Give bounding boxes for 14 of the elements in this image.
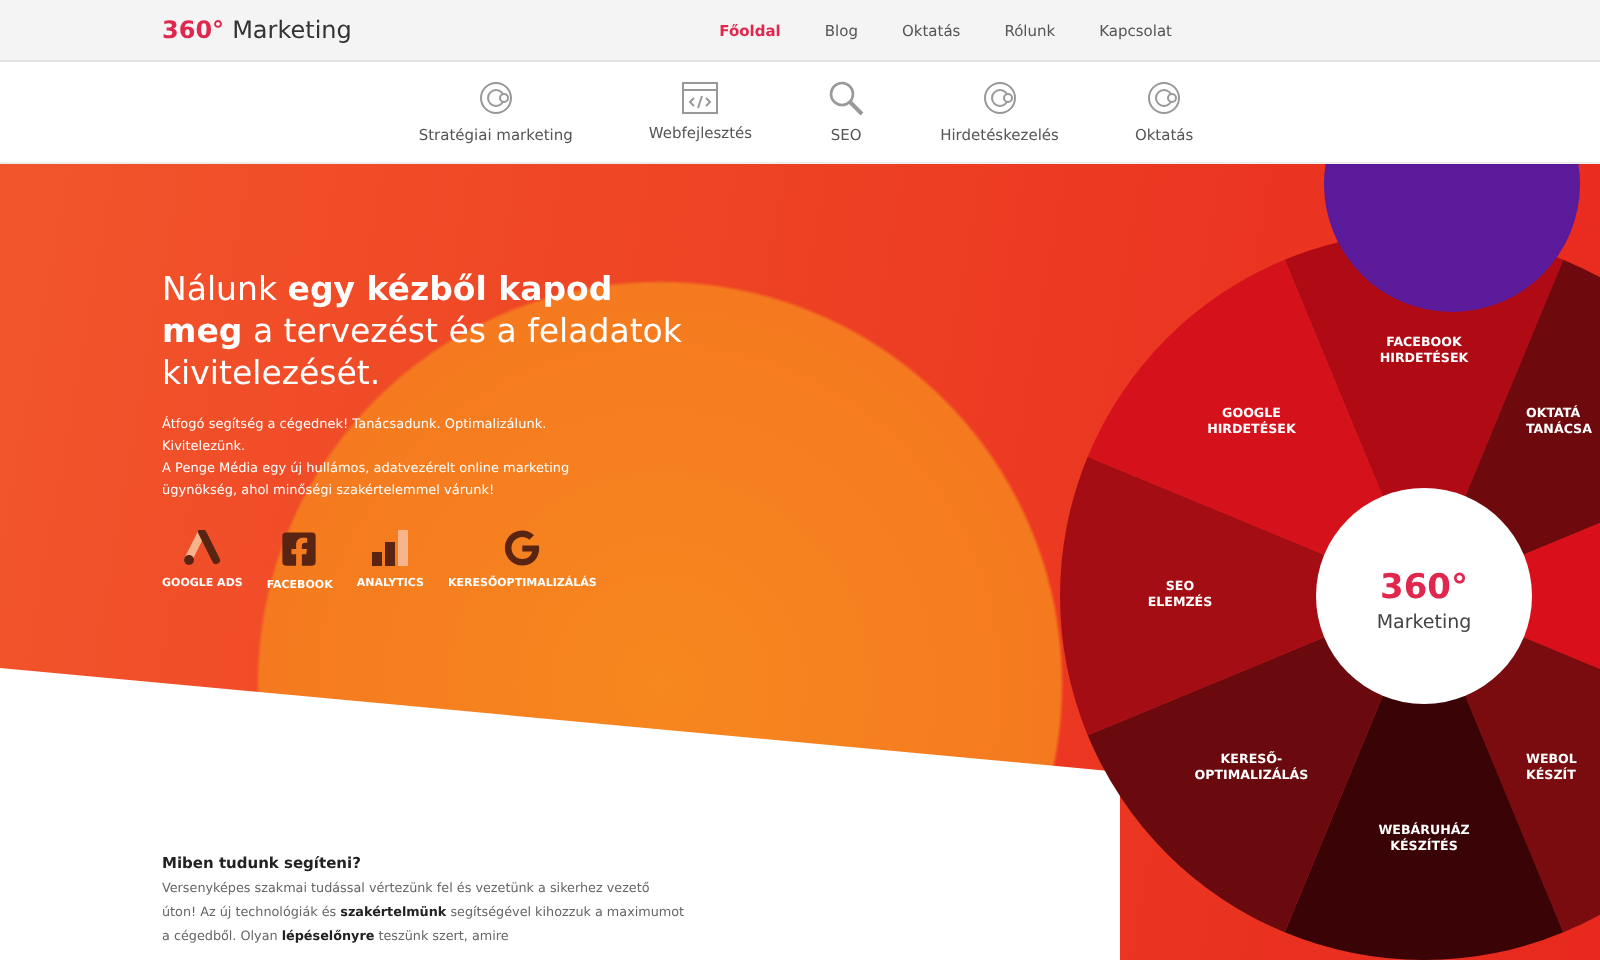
center-title: 360° xyxy=(1380,568,1468,608)
ads-triangle-icon xyxy=(182,530,223,566)
center-subtitle: Marketing xyxy=(1376,612,1472,634)
logo-text: Marketing xyxy=(232,16,352,44)
facebook-icon xyxy=(280,530,319,568)
google-icon xyxy=(504,530,541,566)
target-icon xyxy=(477,80,514,116)
target-icon xyxy=(1146,80,1183,116)
code-window-icon xyxy=(682,82,719,114)
hero-headline: Nálunk egy kézből kapod meg a tervezést és a feladatok kivitelezését. xyxy=(162,268,684,394)
logo-accent: 360° xyxy=(162,16,225,44)
bar-chart-icon xyxy=(372,530,409,566)
search-icon xyxy=(828,80,865,116)
target-icon xyxy=(981,80,1018,116)
